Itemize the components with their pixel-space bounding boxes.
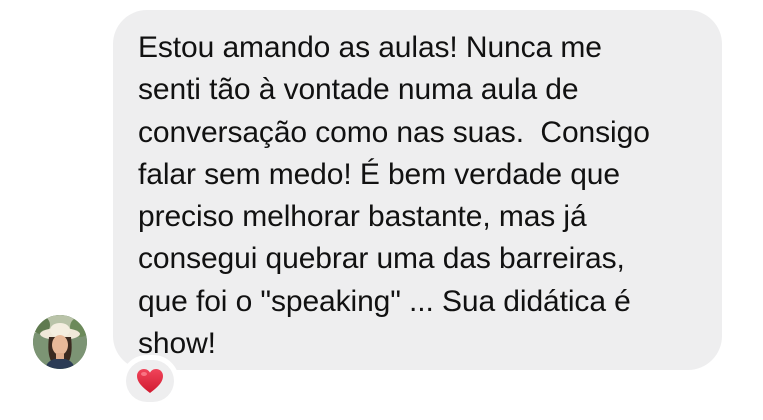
red-heart-icon bbox=[137, 369, 163, 393]
message-line: falar sem medo! É bem verdade que bbox=[138, 157, 620, 191]
message-line: que foi o "speaking" ... Sua didática é bbox=[138, 284, 631, 318]
message-thread: Estou amando as aulas! Nunca me senti tã… bbox=[0, 0, 763, 420]
message-line: preciso melhorar bastante, mas já bbox=[138, 200, 587, 234]
reaction-badge-inner bbox=[126, 360, 174, 402]
message-line: consegui quebrar uma das barreiras, bbox=[138, 242, 625, 276]
message-text: Estou amando as aulas! Nunca me senti tã… bbox=[138, 27, 718, 365]
sender-avatar[interactable] bbox=[33, 315, 87, 369]
reaction-badge[interactable] bbox=[121, 355, 179, 407]
message-line: show! bbox=[138, 327, 216, 361]
profile-photo bbox=[33, 315, 87, 369]
message-line: senti tão à vontade numa aula de bbox=[138, 73, 579, 107]
message-line: conversação como nas suas. Consigo bbox=[138, 115, 650, 149]
message-line: Estou amando as aulas! Nunca me bbox=[138, 31, 602, 64]
